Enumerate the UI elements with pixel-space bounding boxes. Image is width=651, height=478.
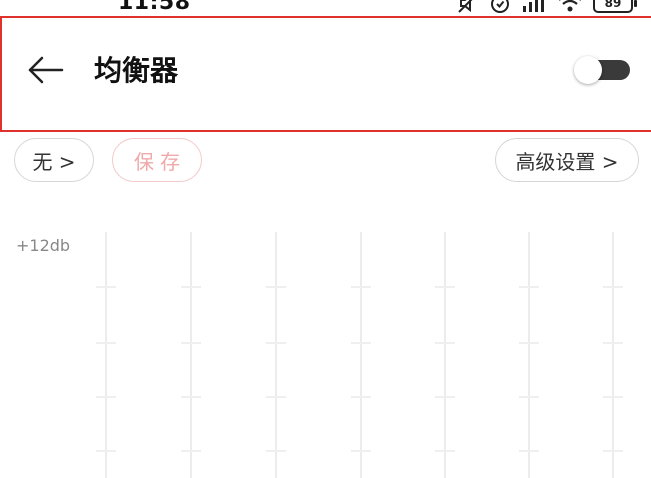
advanced-settings-button[interactable]: 高级设置 >: [495, 138, 639, 182]
alarm-icon: [491, 0, 509, 13]
page-title: 均衡器: [94, 54, 179, 87]
eq-tick: [96, 286, 116, 288]
eq-tick: [435, 396, 455, 398]
eq-tick: [519, 286, 539, 288]
status-icons: 89: [457, 0, 637, 14]
eq-tick: [435, 342, 455, 344]
eq-band-slider[interactable]: [360, 232, 362, 478]
eq-band-slider[interactable]: [190, 232, 192, 478]
eq-tick: [603, 342, 623, 344]
signal-icon: [523, 0, 544, 12]
battery-level: 89: [604, 0, 622, 10]
eq-tick: [266, 342, 286, 344]
status-time: 11:58: [118, 0, 191, 15]
eq-tick: [519, 396, 539, 398]
eq-tick: [96, 396, 116, 398]
header-bar: 均衡器: [0, 16, 651, 132]
back-arrow-icon[interactable]: [26, 54, 66, 86]
eq-tick: [351, 396, 371, 398]
eq-band-slider[interactable]: [275, 232, 277, 478]
preset-button[interactable]: 无 >: [14, 138, 94, 182]
eq-tick: [351, 286, 371, 288]
eq-tick: [603, 450, 623, 452]
eq-tick: [351, 450, 371, 452]
eq-tick: [603, 286, 623, 288]
eq-tick: [96, 342, 116, 344]
eq-tick: [519, 450, 539, 452]
status-bar: 11:58 89: [0, 0, 651, 16]
equalizer-screen: 11:58 89 均衡器 无 > 保存 高级设置 > +12db: [0, 0, 651, 478]
wifi-icon: [559, 0, 581, 12]
toggle-knob: [574, 56, 602, 84]
equalizer-bands: [0, 232, 651, 478]
eq-band-slider[interactable]: [528, 232, 530, 478]
eq-tick: [181, 450, 201, 452]
eq-band-slider[interactable]: [444, 232, 446, 478]
eq-tick: [266, 286, 286, 288]
eq-tick: [181, 342, 201, 344]
eq-tick: [96, 450, 116, 452]
eq-tick: [181, 396, 201, 398]
eq-tick: [603, 396, 623, 398]
eq-tick: [351, 342, 371, 344]
eq-tick: [435, 450, 455, 452]
eq-tick: [519, 342, 539, 344]
eq-tick: [435, 286, 455, 288]
eq-tick: [266, 396, 286, 398]
mute-icon: [458, 0, 473, 13]
save-button[interactable]: 保存: [112, 138, 202, 182]
eq-band-slider[interactable]: [105, 232, 107, 478]
eq-tick: [181, 286, 201, 288]
battery-icon: 89: [593, 0, 637, 13]
eq-band-slider[interactable]: [612, 232, 614, 478]
eq-tick: [266, 450, 286, 452]
equalizer-toggle[interactable]: [574, 56, 632, 84]
